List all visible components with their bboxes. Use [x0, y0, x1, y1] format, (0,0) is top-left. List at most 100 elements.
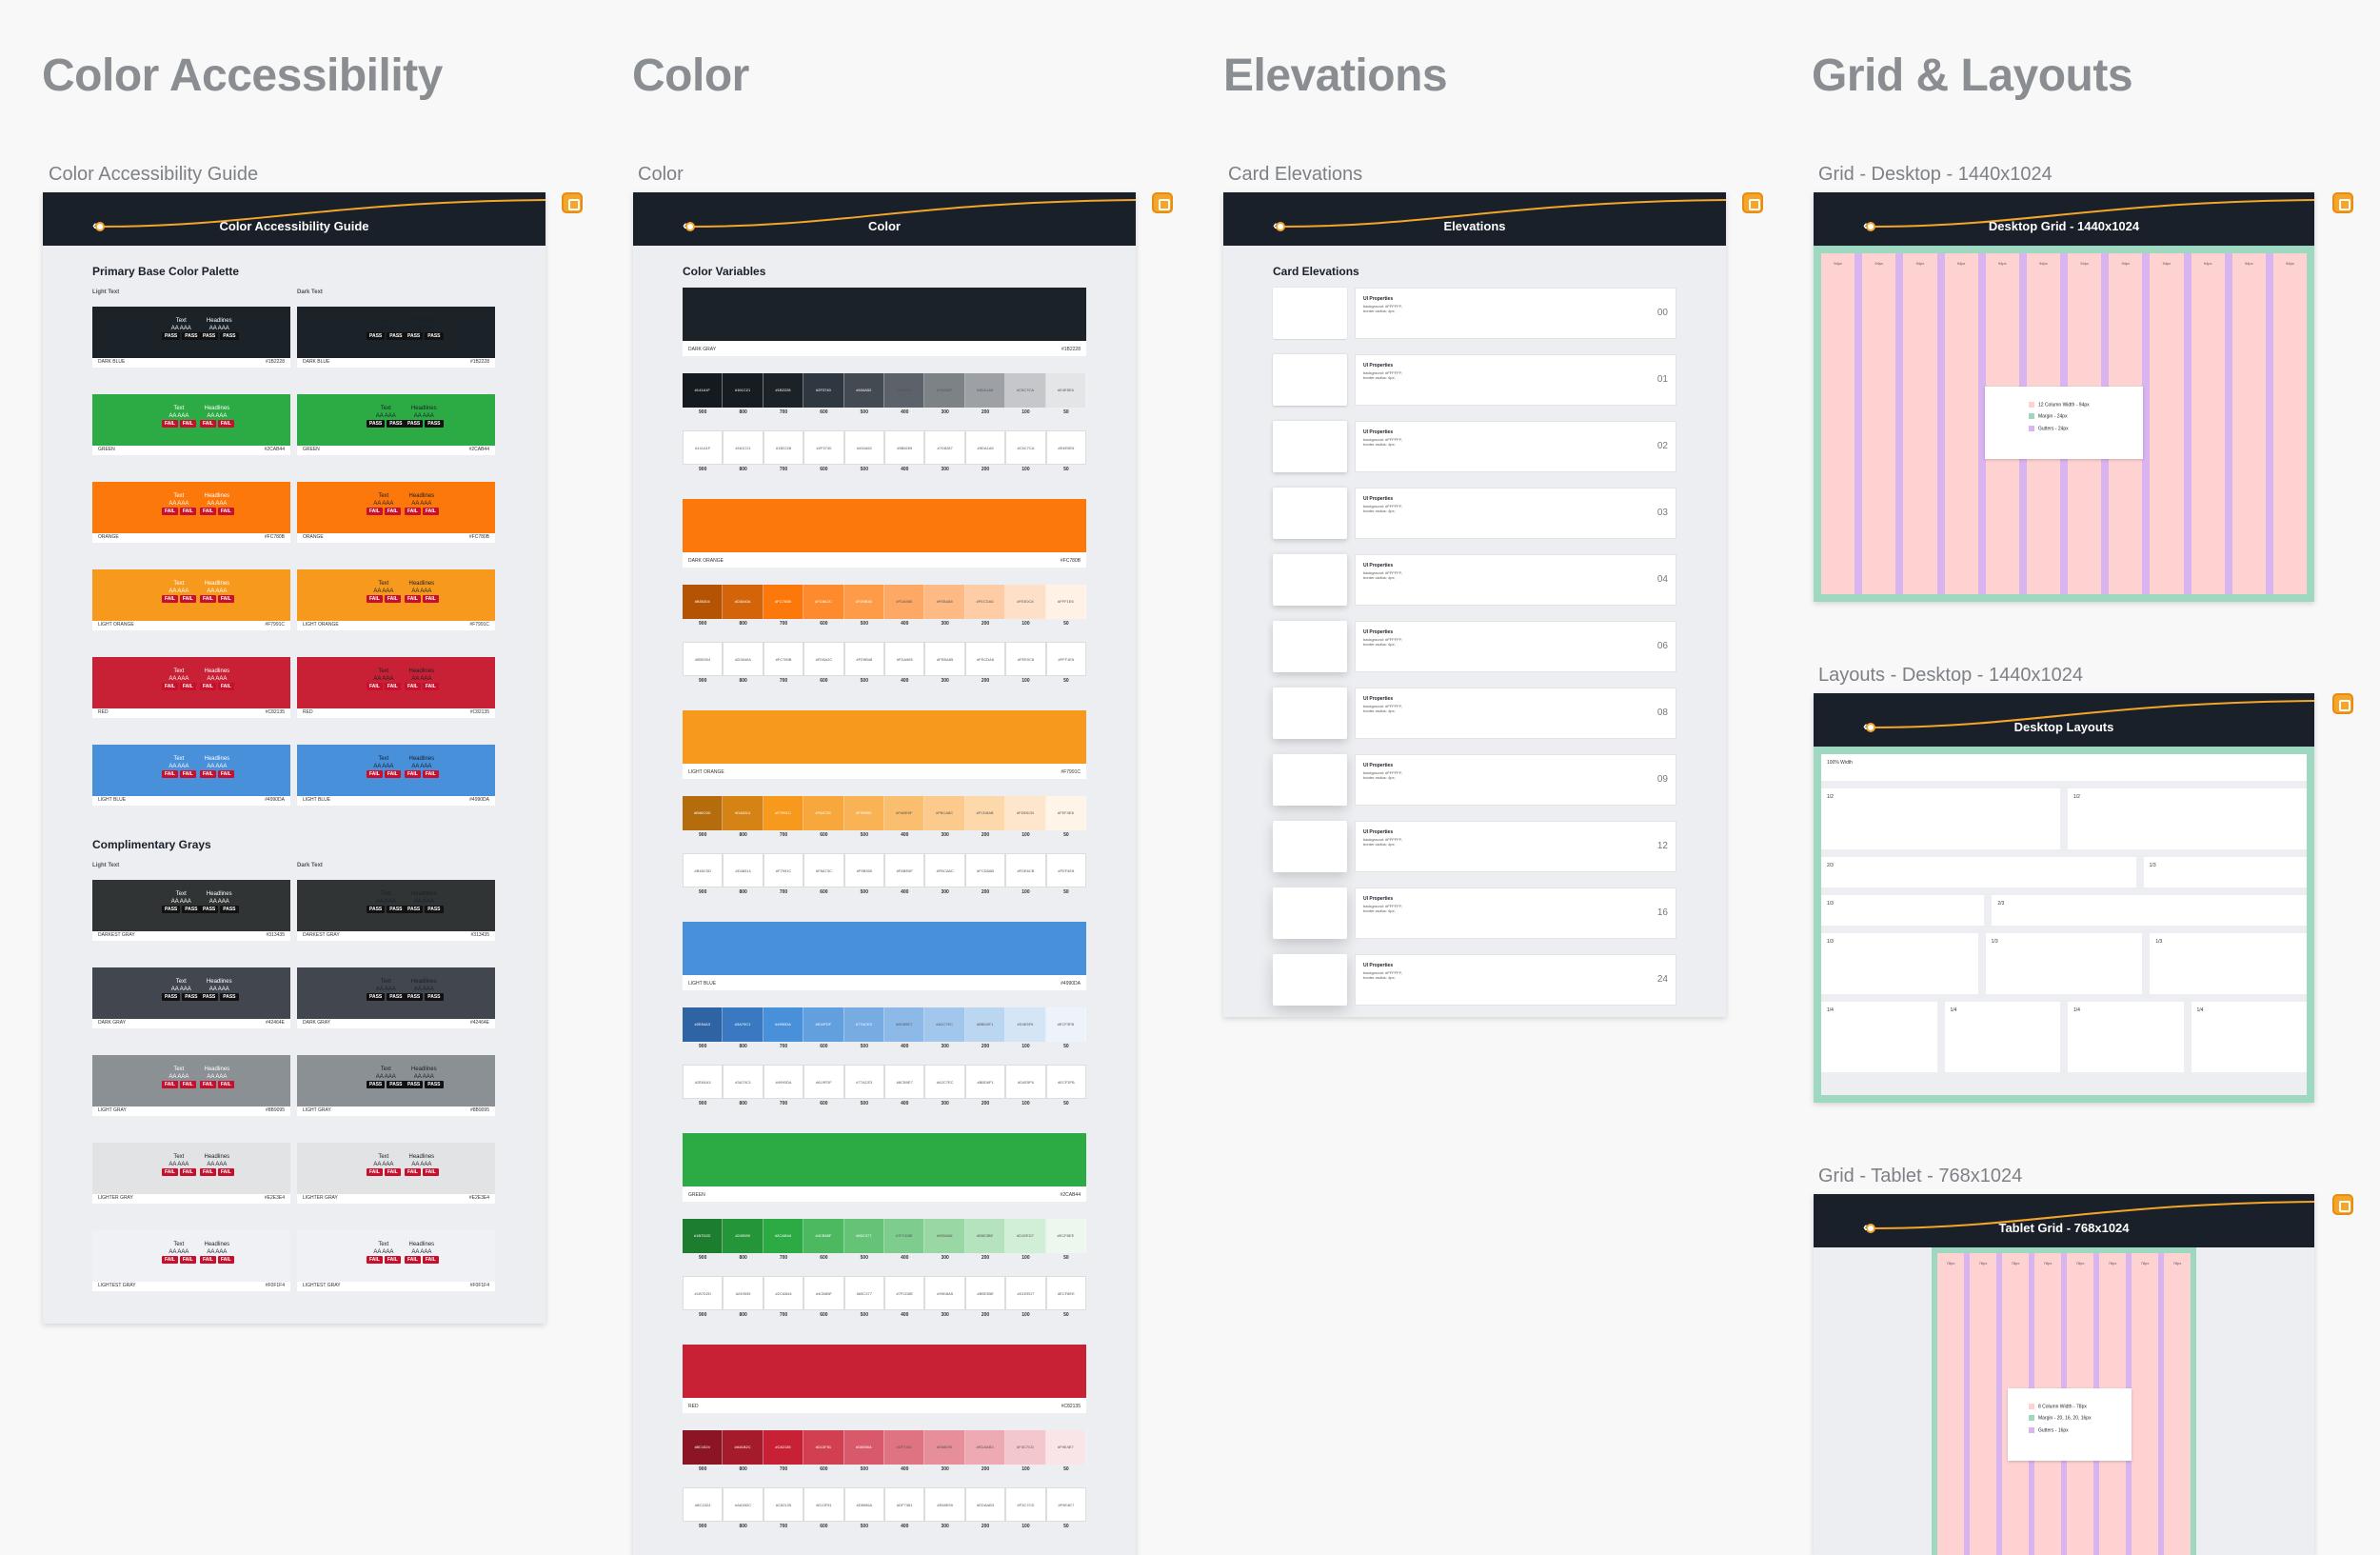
shade-swatch[interactable]: #99D8A5	[924, 1219, 965, 1253]
color-card[interactable]: Text AA AAA FAIL FAIL Headlines AA AAA FAIL FAI…	[297, 482, 495, 543]
elevation-sample-card[interactable]	[1273, 621, 1347, 672]
shade-outline[interactable]: #D4E5F6	[1005, 1065, 1046, 1099]
layout-block[interactable]: 1/2	[1821, 788, 2060, 849]
shade-swatch[interactable]: #FDA965	[884, 585, 925, 619]
shade-swatch[interactable]: #7D8287	[924, 373, 965, 408]
color-card[interactable]: Text AA AAA PASS PASS Headlines AA AAA PASS PAS…	[297, 1055, 495, 1116]
artboard-grid-desktop[interactable]: ‹ Desktop Grid - 1440x1024 94px 94px 94px 9…	[1814, 192, 2314, 602]
shade-outline[interactable]: #434A52	[843, 430, 885, 465]
artboard-grid-tablet[interactable]: ‹ Tablet Grid - 768x1024 78px 78px 78px 78p…	[1814, 1194, 2314, 1555]
shade-outline[interactable]: #619FDF	[803, 1065, 844, 1099]
shade-swatch[interactable]: #DF7381	[884, 1430, 925, 1465]
shade-swatch[interactable]: #FECDA6	[964, 585, 1006, 619]
shade-outline[interactable]: #D13F51	[803, 1487, 844, 1522]
color-card[interactable]: Text AA AAA PASS PASS Headlines AA AAA PASS PAS…	[297, 880, 495, 941]
artboard-color[interactable]: ‹ Color Color Variables DARK GRAY #1B2228…	[633, 192, 1136, 1555]
shade-swatch[interactable]: #D8596A	[843, 1430, 885, 1465]
shade-outline[interactable]: #4CB85F	[803, 1276, 844, 1310]
shade-outline[interactable]: #2E64A3	[683, 1065, 724, 1099]
shade-outline[interactable]: #F8A73C	[803, 853, 844, 887]
shade-swatch[interactable]: #F8A73C	[803, 796, 844, 830]
layout-block[interactable]: 2/3	[1821, 857, 2136, 887]
color-card[interactable]: Text AA AAA PASS PASS Headlines AA AAA PASS PAS…	[297, 394, 495, 455]
shade-outline[interactable]: #D3640A	[723, 642, 764, 676]
shade-outline[interactable]: #FD9B48	[843, 642, 885, 676]
artboard-label-color[interactable]: Color	[638, 164, 684, 186]
shade-outline[interactable]: #F9E4E7	[1045, 1487, 1087, 1522]
shade-swatch[interactable]: #BBD6F1	[964, 1007, 1006, 1042]
color-card[interactable]: Text AA AAA FAIL FAIL Headlines AA AAA FAIL FAI…	[92, 482, 290, 543]
layout-block[interactable]: 1/3	[1821, 895, 1985, 926]
layout-block[interactable]: 1/4	[2068, 1002, 2184, 1072]
shade-outline[interactable]: #99D8A5	[924, 1276, 965, 1310]
color-card[interactable]: Text AA AAA FAIL FAIL Headlines AA AAA FAIL FAI…	[297, 569, 495, 630]
shade-outline[interactable]: #77ACE3	[843, 1065, 885, 1099]
shade-swatch[interactable]: #4990DA	[763, 1007, 804, 1042]
color-variable-card[interactable]: LIGHT ORANGE #F7991C	[683, 710, 1086, 779]
external-link-icon[interactable]	[1742, 192, 1763, 213]
color-card[interactable]: Text AA AAA FAIL FAIL Headlines AA AAA FAIL FAI…	[92, 1143, 290, 1204]
external-link-icon[interactable]	[2332, 1194, 2353, 1215]
shade-swatch[interactable]: #FEE0C8	[1005, 585, 1046, 619]
shade-swatch[interactable]: #161C21	[723, 373, 764, 408]
shade-outline[interactable]: #DF7381	[884, 1487, 925, 1522]
color-card[interactable]: Text AA AAA FAIL FAIL Headlines AA AAA FAIL FAI…	[92, 394, 290, 455]
elevation-sample-card[interactable]	[1273, 554, 1347, 606]
shade-outline[interactable]: #FABE6F	[884, 853, 925, 887]
shade-outline[interactable]: #BBD6F1	[964, 1065, 1006, 1099]
shade-outline[interactable]: #249539	[723, 1276, 764, 1310]
color-variable-card[interactable]: LIGHT BLUE #4990DA	[683, 922, 1086, 990]
shade-swatch[interactable]: #F3C7CD	[1005, 1430, 1046, 1465]
shade-outline[interactable]: #A61B2C	[723, 1487, 764, 1522]
layout-block[interactable]: 1/4	[1821, 1002, 1937, 1072]
shade-outline[interactable]: #1B7D2D	[683, 1276, 724, 1310]
shade-outline[interactable]: #C5C7CA	[1005, 430, 1046, 465]
artboard-label-grid-tablet[interactable]: Grid - Tablet - 768x1024	[1818, 1166, 2022, 1187]
shade-swatch[interactable]: #ECF8EE	[1045, 1219, 1087, 1253]
color-variable-card[interactable]: DARK ORANGE #FC780B	[683, 499, 1086, 568]
elevation-sample-card[interactable]	[1273, 354, 1347, 406]
shade-swatch[interactable]: #D3640A	[723, 585, 764, 619]
shade-swatch[interactable]: #FABE6F	[884, 796, 925, 830]
shade-swatch[interactable]: #249539	[723, 1219, 764, 1253]
shade-outline[interactable]: #A2C7EC	[924, 1065, 965, 1099]
shade-swatch[interactable]: #77ACE3	[843, 1007, 885, 1042]
shade-swatch[interactable]: #7FCD8E	[884, 1219, 925, 1253]
color-card[interactable]: Text AA AAA PASS PASS Headlines AA AAA PASS PAS…	[297, 307, 495, 368]
shade-swatch[interactable]: #619FDF	[803, 1007, 844, 1042]
shade-swatch[interactable]: #D13F51	[803, 1430, 844, 1465]
shade-outline[interactable]: #FEBA85	[924, 642, 965, 676]
shade-swatch[interactable]: #141A1F	[683, 373, 724, 408]
elevation-sample-card[interactable]	[1273, 421, 1347, 472]
shade-outline[interactable]: #F7991C	[763, 853, 804, 887]
layout-block[interactable]: 100% Width	[1821, 754, 2307, 781]
shade-swatch[interactable]: #F9E4E7	[1045, 1430, 1087, 1465]
shade-outline[interactable]: #7FCD8E	[884, 1276, 925, 1310]
shade-swatch[interactable]: #FFF1E6	[1045, 585, 1087, 619]
shade-outline[interactable]: #B55304	[683, 642, 724, 676]
shade-swatch[interactable]: #FBCA8C	[924, 796, 965, 830]
shade-swatch[interactable]: #FD8A2C	[803, 585, 844, 619]
shade-swatch[interactable]: #FEF4E8	[1045, 796, 1087, 830]
artboard-label-grid-desktop[interactable]: Grid - Desktop - 1440x1024	[1818, 164, 2053, 186]
shade-outline[interactable]: #FEF4E8	[1045, 853, 1087, 887]
shade-outline[interactable]: #ECF3FB	[1045, 1065, 1087, 1099]
shade-swatch[interactable]: #E68E99	[924, 1430, 965, 1465]
external-link-icon[interactable]	[1152, 192, 1173, 213]
shade-swatch[interactable]: #65C377	[843, 1219, 885, 1253]
shade-outline[interactable]: #FDE6CB	[1005, 853, 1046, 887]
external-link-icon[interactable]	[562, 192, 583, 213]
shade-swatch[interactable]: #FEBA85	[924, 585, 965, 619]
color-card[interactable]: Text AA AAA FAIL FAIL Headlines AA AAA FAIL FAI…	[297, 745, 495, 806]
shade-outline[interactable]: #1B2228	[763, 430, 804, 465]
shade-swatch[interactable]: #2E64A3	[683, 1007, 724, 1042]
shade-outline[interactable]: #141A1F	[683, 430, 724, 465]
shade-swatch[interactable]: #A2C7EC	[924, 1007, 965, 1042]
elevation-sample-card[interactable]	[1273, 688, 1347, 739]
color-card[interactable]: Text AA AAA FAIL FAIL Headlines AA AAA FAIL FAI…	[92, 569, 290, 630]
color-card[interactable]: Text AA AAA FAIL FAIL Headlines AA AAA FAIL FAI…	[297, 657, 495, 718]
shade-swatch[interactable]: #434A52	[843, 373, 885, 408]
shade-outline[interactable]: #FEE0C8	[1005, 642, 1046, 676]
layout-block[interactable]: 1/3	[1985, 933, 2143, 994]
shade-swatch[interactable]: #F7991C	[763, 796, 804, 830]
